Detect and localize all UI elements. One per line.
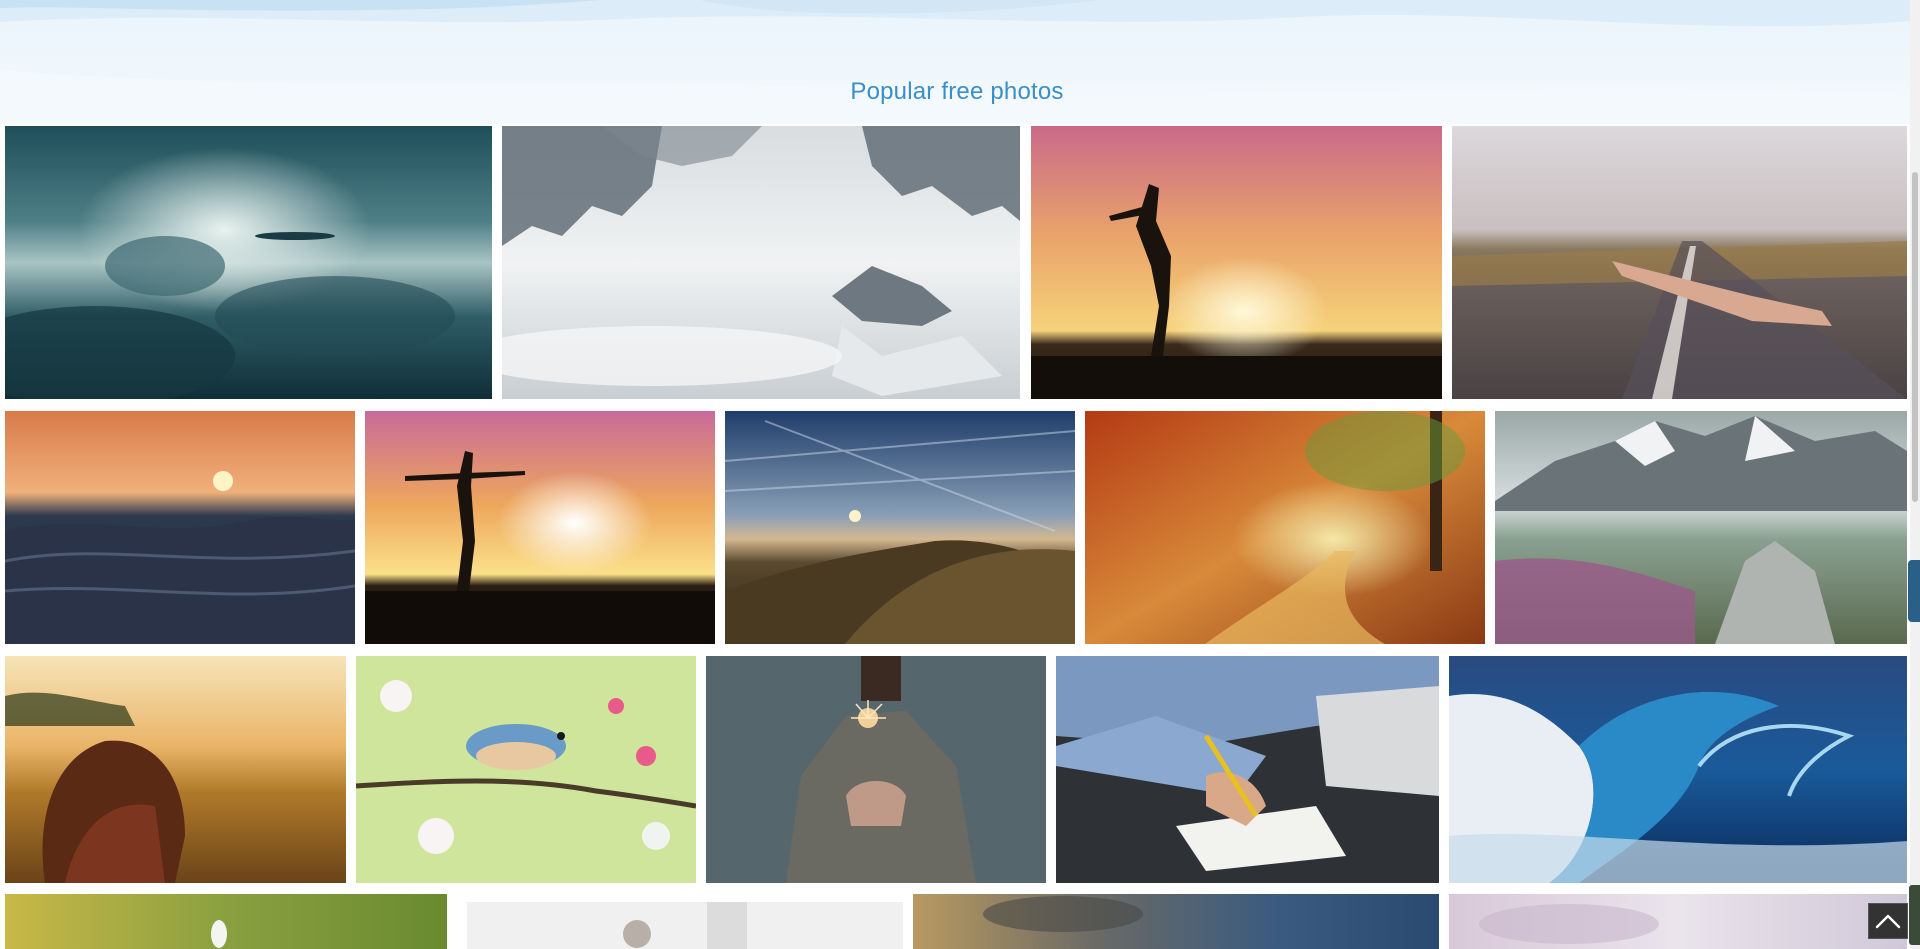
photo-storm-clouds: [5, 126, 492, 399]
photo-tile[interactable]: [356, 656, 696, 883]
photo-woman-sunset: [1031, 126, 1442, 399]
photo-woman-sparkler: [706, 656, 1046, 883]
photo-tile[interactable]: [5, 656, 346, 883]
photo-tile[interactable]: [5, 411, 355, 644]
photo-tile[interactable]: [1495, 411, 1907, 644]
photo-girl-field: [5, 656, 346, 883]
photo-tile[interactable]: [467, 894, 903, 949]
photo-man-writing: [1056, 656, 1439, 883]
photo-bright-interior: [467, 894, 903, 949]
section-title: Popular free photos: [850, 77, 1064, 105]
photo-bird-blossom: [356, 656, 696, 883]
photo-dramatic-sky: [913, 894, 1439, 949]
page: Popular free photos: [0, 0, 1920, 949]
chevron-up-icon: [1875, 914, 1901, 929]
photo-tile[interactable]: [502, 126, 1020, 399]
hero-banner: Popular free photos: [0, 0, 1920, 124]
photo-ocean-wave: [1449, 656, 1907, 883]
photo-tile[interactable]: [913, 894, 1439, 949]
photo-swimmer-road: [1452, 126, 1907, 399]
side-tool-tab[interactable]: [1909, 885, 1920, 945]
scrollbar-thumb[interactable]: [1912, 172, 1918, 502]
photo-tile[interactable]: [1449, 656, 1907, 883]
back-to-top-button[interactable]: [1868, 903, 1908, 939]
photo-autumn-forest: [1085, 411, 1485, 644]
photo-tile[interactable]: [365, 411, 715, 644]
photo-tile[interactable]: [1031, 126, 1442, 399]
photo-ocean-sunset: [5, 411, 355, 644]
photo-pastel-clouds: [1449, 894, 1907, 949]
photo-tile[interactable]: [1085, 411, 1485, 644]
photo-tile[interactable]: [5, 126, 492, 399]
photo-tile[interactable]: [5, 894, 447, 949]
photo-tile[interactable]: [706, 656, 1046, 883]
photo-tile[interactable]: [725, 411, 1075, 644]
photo-mountain-path: [1495, 411, 1907, 644]
photo-tile[interactable]: [1449, 894, 1907, 949]
photo-wolf-mist: [502, 126, 1020, 399]
photo-woman-arms-out: [365, 411, 715, 644]
photo-mountain-sunrise: [725, 411, 1075, 644]
side-feedback-tab[interactable]: [1908, 560, 1920, 622]
photo-tile[interactable]: [1056, 656, 1439, 883]
photo-green-blur: [5, 894, 447, 949]
photo-tile[interactable]: [1452, 126, 1907, 399]
